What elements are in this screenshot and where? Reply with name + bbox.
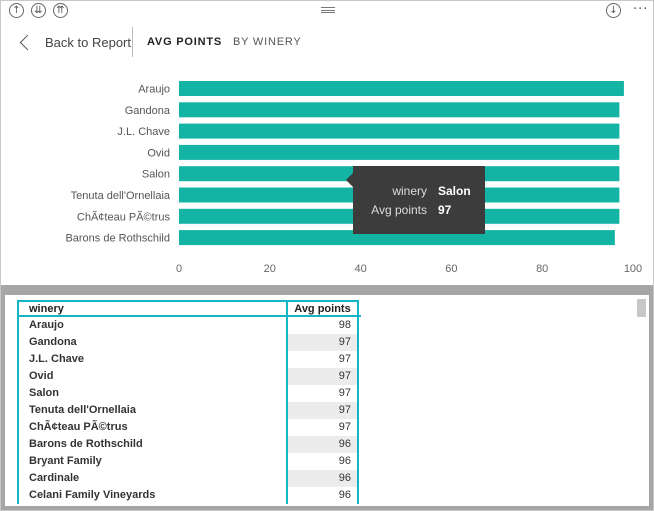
cell-avg-points: 97 [288,351,359,368]
tooltip-value-winery: Salon [438,184,471,198]
cell-avg-points: 96 [288,453,359,470]
category-label: Barons de Rothschild [65,233,170,245]
category-label: J.L. Chave [117,126,170,138]
data-table: winery Avg points Araujo 98 Gandona 97 J.L. … [17,300,361,504]
cell-winery: Barons de Rothschild [17,436,288,453]
table-row[interactable]: J.L. Chave 97 [17,351,361,368]
cell-avg-points: 96 [288,470,359,487]
up-double-arrow-circle-icon[interactable]: ⇈ [53,3,68,18]
more-options-icon[interactable]: ··· [633,2,648,17]
cell-avg-points: 96 [288,487,359,504]
table-row[interactable]: Salon 97 [17,385,361,402]
table-row[interactable]: Celani Family Vineyards 96 [17,487,361,504]
table-row[interactable]: Tenuta dell'Ornellaia 97 [17,402,361,419]
x-tick-label: 80 [536,263,548,275]
table-header: winery Avg points [17,300,361,317]
table-row[interactable]: Araujo 98 [17,317,361,334]
tab-avg-points[interactable]: AVG POINTS [147,36,222,48]
cell-winery: Bryant Family [17,453,288,470]
category-label: Salon [142,169,170,181]
cell-winery: Tenuta dell'Ornellaia [17,402,288,419]
bar-chart: Araujo Gandona J.L. Chave Ovid Salon Tenuta d… [1,67,653,285]
table-body: Araujo 98 Gandona 97 J.L. Chave 97 Ovid 97 Salon… [17,317,361,504]
back-to-report-button[interactable]: Back to Report [18,31,131,53]
column-header-avg-points[interactable]: Avg points [288,300,359,315]
table-row[interactable]: ChÃ¢teau PÃ©trus 97 [17,419,361,436]
cell-avg-points: 98 [288,317,359,334]
table-row[interactable]: Bryant Family 96 [17,453,361,470]
chevron-left-icon [19,34,36,50]
table-row[interactable]: Barons de Rothschild 96 [17,436,361,453]
cell-avg-points: 97 [288,334,359,351]
nav-bar: Back to Report AVG POINTS BY WINERY [1,23,653,63]
drag-grip-icon[interactable] [321,7,335,13]
cell-winery: ChÃ¢teau PÃ©trus [17,419,288,436]
cell-winery: Salon [17,385,288,402]
nav-separator [132,27,133,57]
tooltip-key-winery: winery [392,184,427,198]
table-row[interactable]: Gandona 97 [17,334,361,351]
category-label: ChÃ¢teau PÃ©trus [77,210,171,223]
category-label: Araujo [138,84,170,96]
bar[interactable] [179,123,620,139]
category-label: Tenuta dell'Ornellaia [71,190,171,202]
tooltip-key-avg-points: Avg points [371,203,427,217]
cell-winery: Celani Family Vineyards [17,487,288,504]
cell-avg-points: 97 [288,385,359,402]
download-circle-icon[interactable]: ↓ [606,3,621,18]
x-tick-label: 100 [624,263,642,275]
table-panel: winery Avg points Araujo 98 Gandona 97 J.L. … [1,295,653,510]
down-double-arrow-circle-icon[interactable]: ⇊ [31,3,46,18]
column-header-winery[interactable]: winery [17,300,288,315]
bar[interactable] [179,144,620,160]
cell-winery: Cardinale [17,470,288,487]
table-row[interactable]: Ovid 97 [17,368,361,385]
cell-avg-points: 97 [288,419,359,436]
x-tick-label: 40 [354,263,366,275]
cell-winery: Araujo [17,317,288,334]
bar[interactable] [179,102,620,118]
cell-winery: J.L. Chave [17,351,288,368]
x-tick-label: 20 [264,263,276,275]
chart-tooltip: winery Salon Avg points 97 [346,166,485,234]
table-row[interactable]: Cardinale 96 [17,470,361,487]
cell-avg-points: 97 [288,368,359,385]
tab-by-winery[interactable]: BY WINERY [233,36,302,48]
category-label: Gandona [125,105,171,117]
x-tick-label: 0 [176,263,182,275]
cell-avg-points: 96 [288,436,359,453]
cell-winery: Ovid [17,368,288,385]
top-toolbar: ↑ ⇊ ⇈ ↓ ··· [1,1,653,21]
x-tick-label: 60 [445,263,457,275]
report-focus-view: ↑ ⇊ ⇈ ↓ ··· Back to Report AVG POINTS BY… [0,0,654,511]
table-scrollbar-thumb[interactable] [637,299,646,317]
section-divider[interactable] [1,285,653,295]
cell-winery: Gandona [17,334,288,351]
tooltip-value-avg-points: 97 [438,203,452,217]
bar[interactable] [179,81,624,96]
bar-chart-svg: Araujo Gandona J.L. Chave Ovid Salon Tenuta d… [65,81,642,275]
back-to-report-label: Back to Report [45,34,131,50]
up-arrow-circle-icon[interactable]: ↑ [9,3,24,18]
table-scrollbar[interactable] [637,297,647,502]
cell-avg-points: 97 [288,402,359,419]
category-label: Ovid [147,147,170,159]
